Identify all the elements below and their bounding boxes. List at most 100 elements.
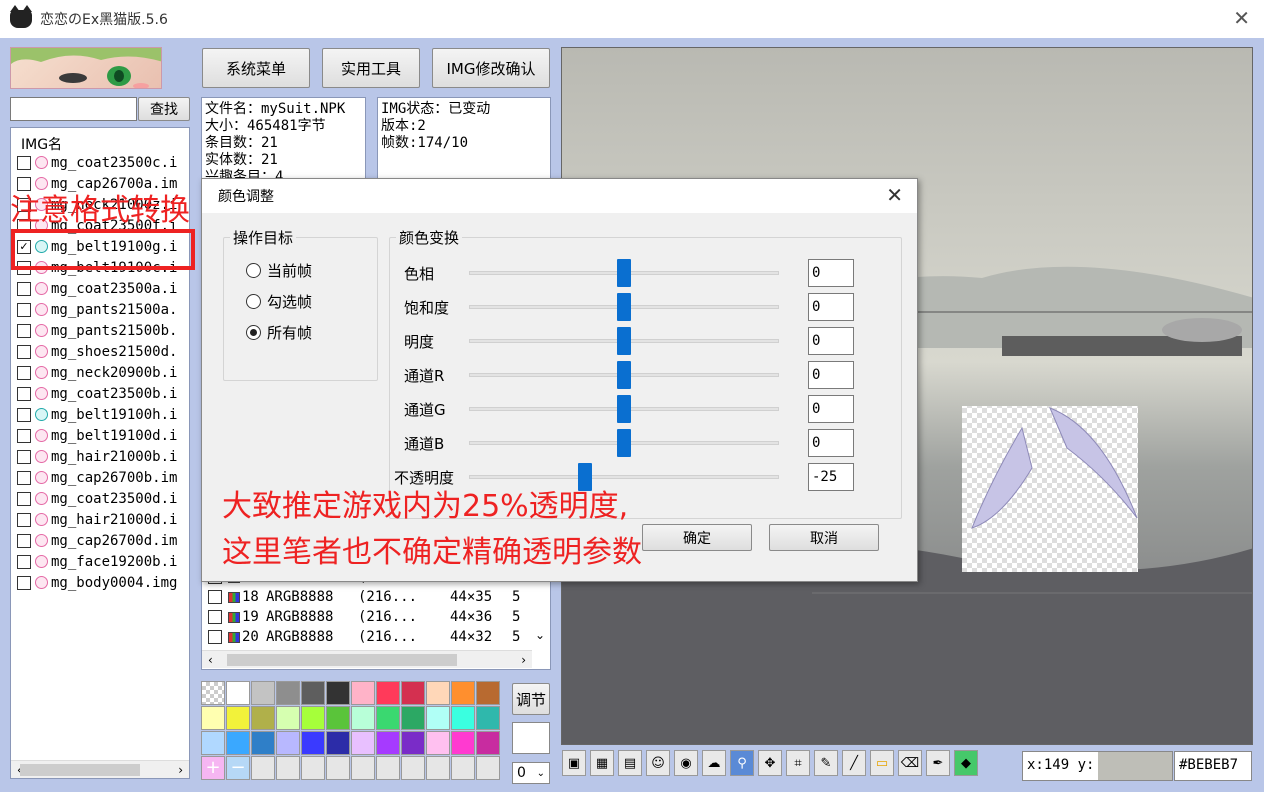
- move-icon[interactable]: ✥: [758, 750, 782, 776]
- item-checkbox[interactable]: [17, 155, 31, 170]
- item-checkbox[interactable]: [17, 281, 31, 296]
- img-list-item[interactable]: mg_coat23500b.i: [11, 383, 189, 404]
- slider-value-field[interactable]: 0: [808, 293, 854, 321]
- item-checkbox[interactable]: [17, 428, 31, 443]
- img-list-item[interactable]: mg_coat23500a.i: [11, 278, 189, 299]
- eraser-icon[interactable]: ⌫: [898, 750, 922, 776]
- img-confirm-button[interactable]: IMG修改确认: [432, 48, 550, 88]
- item-checkbox[interactable]: [17, 470, 31, 485]
- palette-swatch[interactable]: [251, 706, 275, 730]
- img-list-item[interactable]: mg_hair21000b.i: [11, 446, 189, 467]
- palette-swatch[interactable]: [401, 706, 425, 730]
- palette-swatch[interactable]: [276, 681, 300, 705]
- frame-checkbox[interactable]: [208, 610, 222, 624]
- palette-empty-swatch[interactable]: [276, 756, 300, 780]
- palette-swatch[interactable]: [476, 731, 500, 755]
- palette-swatch[interactable]: [476, 681, 500, 705]
- frame-checkbox[interactable]: [208, 630, 222, 644]
- palette-swatch[interactable]: [226, 706, 250, 730]
- img-list-item[interactable]: mg_hair21000d.i: [11, 509, 189, 530]
- radio-dot[interactable]: [246, 324, 261, 340]
- slider-thumb[interactable]: [617, 395, 631, 423]
- palette-swatch[interactable]: [476, 706, 500, 730]
- fill-icon[interactable]: ◆: [954, 750, 978, 776]
- palette-swatch[interactable]: [251, 731, 275, 755]
- palette-swatch[interactable]: [276, 731, 300, 755]
- current-color-swatch[interactable]: [512, 722, 550, 754]
- scrollbar-thumb[interactable]: [227, 653, 457, 666]
- scroll-down-icon[interactable]: ⌄: [535, 628, 545, 642]
- frame-row[interactable]: 18 ARGB8888 (216... 44×35 5: [202, 587, 550, 607]
- line-icon[interactable]: ╱: [842, 750, 866, 776]
- scroll-right-icon[interactable]: ›: [521, 653, 526, 667]
- cloud-icon[interactable]: ☁: [702, 750, 726, 776]
- img-list-item[interactable]: mg_face19200b.i: [11, 551, 189, 572]
- slider-thumb[interactable]: [617, 429, 631, 457]
- img-list-item[interactable]: mg_neck20900b.i: [11, 362, 189, 383]
- img-list-item[interactable]: mg_belt19100h.i: [11, 404, 189, 425]
- remove-color-icon[interactable]: −: [226, 756, 250, 780]
- cat-icon[interactable]: ☺: [646, 750, 670, 776]
- cancel-button[interactable]: 取消: [769, 524, 879, 551]
- palette-empty-swatch[interactable]: [401, 756, 425, 780]
- palette-swatch[interactable]: [326, 731, 350, 755]
- img-list-item[interactable]: mg_body0004.img: [11, 572, 189, 593]
- ok-button[interactable]: 确定: [642, 524, 752, 551]
- slider-track[interactable]: [469, 475, 779, 479]
- item-checkbox[interactable]: [17, 575, 31, 590]
- img-list-item[interactable]: mg_cap26700d.im: [11, 530, 189, 551]
- slider-thumb[interactable]: [617, 361, 631, 389]
- pencil-icon[interactable]: ✎: [814, 750, 838, 776]
- item-checkbox[interactable]: [17, 365, 31, 380]
- img-list-item[interactable]: mg_pants21500b.: [11, 320, 189, 341]
- slider-thumb[interactable]: [617, 293, 631, 321]
- palette-swatch[interactable]: [451, 731, 475, 755]
- item-checkbox[interactable]: [17, 449, 31, 464]
- system-menu-button[interactable]: 系统菜单: [202, 48, 310, 88]
- color-palette[interactable]: + −: [201, 681, 503, 781]
- palette-swatch[interactable]: [426, 731, 450, 755]
- item-checkbox[interactable]: [17, 386, 31, 401]
- palette-swatch[interactable]: [301, 731, 325, 755]
- item-checkbox[interactable]: [17, 302, 31, 317]
- item-checkbox[interactable]: [17, 554, 31, 569]
- palette-swatch[interactable]: [301, 706, 325, 730]
- item-checkbox[interactable]: [17, 323, 31, 338]
- img-list-item[interactable]: mg_cap26700b.im: [11, 467, 189, 488]
- palette-empty-swatch[interactable]: [351, 756, 375, 780]
- img-list-item[interactable]: mg_pants21500a.: [11, 299, 189, 320]
- slider-value-field[interactable]: -25: [808, 463, 854, 491]
- camera-icon[interactable]: ◉: [674, 750, 698, 776]
- palette-swatch[interactable]: [301, 681, 325, 705]
- img-list-item[interactable]: mg_coat23500d.i: [11, 488, 189, 509]
- frame-row[interactable]: 20 ARGB8888 (216... 44×32 5: [202, 627, 550, 647]
- palette-empty-swatch[interactable]: [376, 756, 400, 780]
- search-input[interactable]: [10, 97, 137, 121]
- scroll-left-icon[interactable]: ‹: [208, 653, 213, 667]
- palette-empty-swatch[interactable]: [476, 756, 500, 780]
- palette-swatch[interactable]: [226, 681, 250, 705]
- palette-swatch[interactable]: [426, 706, 450, 730]
- zoom-icon[interactable]: ⚲: [730, 750, 754, 776]
- target-radio[interactable]: 所有帧: [246, 321, 312, 343]
- palette-swatch[interactable]: [351, 731, 375, 755]
- palette-swatch[interactable]: [451, 681, 475, 705]
- palette-swatch[interactable]: [376, 681, 400, 705]
- img-list-scrollbar[interactable]: ‹ ›: [11, 760, 189, 778]
- target-radio[interactable]: 勾选帧: [246, 290, 312, 312]
- frame-checkbox[interactable]: [208, 590, 222, 604]
- slider-value-field[interactable]: 0: [808, 361, 854, 389]
- frame-list-scrollbar[interactable]: ‹ ›: [202, 650, 532, 668]
- palette-icon[interactable]: ▦: [590, 750, 614, 776]
- window-close-button[interactable]: ✕: [1233, 6, 1250, 30]
- item-checkbox[interactable]: [17, 512, 31, 527]
- palette-swatch[interactable]: [401, 681, 425, 705]
- tools-button[interactable]: 实用工具: [322, 48, 420, 88]
- palette-empty-swatch[interactable]: [451, 756, 475, 780]
- img-list-item[interactable]: mg_shoes21500d.: [11, 341, 189, 362]
- palette-swatch[interactable]: [201, 731, 225, 755]
- layer-select[interactable]: 0 ⌄: [512, 762, 550, 784]
- palette-swatch[interactable]: [326, 681, 350, 705]
- img-list-item[interactable]: mg_coat23500c.i: [11, 152, 189, 173]
- palette-empty-swatch[interactable]: [251, 756, 275, 780]
